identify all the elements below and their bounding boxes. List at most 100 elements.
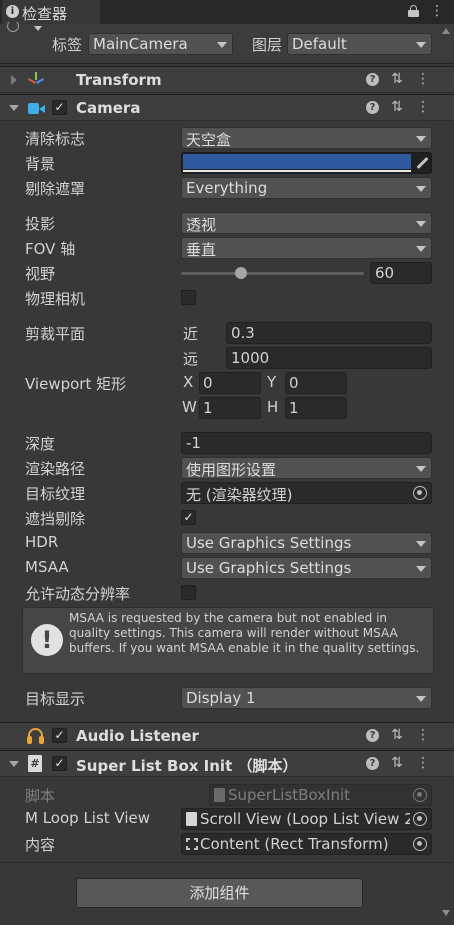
layer-dropdown[interactable]: Default [287, 33, 432, 55]
audio-listener-enabled-checkbox[interactable]: ✓ [52, 728, 67, 743]
fov-slider-thumb[interactable] [235, 267, 248, 279]
background-color-field[interactable] [181, 152, 432, 174]
kebab-icon[interactable]: ⋮ [416, 726, 430, 744]
help-icon[interactable]: ? [366, 73, 379, 86]
chevron-down-icon [416, 186, 426, 192]
color-swatch [183, 154, 411, 169]
add-component-button[interactable]: 添加组件 [76, 878, 363, 908]
clear-flags-value: 天空盒 [186, 131, 232, 149]
clear-flags-dropdown[interactable]: 天空盒 [181, 127, 432, 149]
target-texture-value: 无 (渲染器纹理) [186, 486, 293, 504]
transform-header[interactable]: Transform ? ⇅ ⋮ [0, 66, 454, 93]
help-icon[interactable]: ? [366, 757, 379, 770]
foldout-collapsed-icon[interactable] [11, 75, 17, 85]
viewport-w-value: 1 [203, 399, 213, 417]
msaa-dropdown[interactable]: Use Graphics Settings [181, 557, 432, 579]
rendering-path-dropdown[interactable]: 使用图形设置 [181, 457, 432, 479]
help-icon[interactable]: ? [366, 729, 379, 742]
foldout-expanded-icon[interactable] [9, 761, 19, 767]
background-label: 背景 [25, 155, 56, 173]
kebab-icon[interactable]: ⋮ [416, 98, 430, 116]
content-value: Content (Rect Transform) [200, 835, 389, 853]
chevron-down-icon [416, 246, 426, 252]
script-label: 脚本 [25, 787, 56, 805]
preset-icon[interactable]: ⇅ [389, 70, 405, 88]
preset-icon[interactable]: ⇅ [389, 98, 405, 116]
dynamic-resolution-checkbox[interactable] [181, 585, 196, 600]
gameobject-icon[interactable] [4, 20, 42, 34]
eyedropper-icon[interactable] [415, 156, 429, 170]
hdr-dropdown[interactable]: Use Graphics Settings [181, 532, 432, 554]
culling-mask-dropdown[interactable]: Everything [181, 177, 432, 199]
occlusion-culling-checkbox[interactable]: ✓ [181, 510, 196, 525]
scroll-up-arrow[interactable] [442, 28, 450, 34]
loop-list-view-field[interactable]: Scroll View (Loop List View 2 [181, 808, 432, 830]
fov-axis-dropdown[interactable]: 垂直 [181, 237, 432, 259]
chevron-down-icon [416, 42, 426, 48]
kebab-icon[interactable]: ⋮ [416, 70, 430, 88]
fov-slider-track[interactable] [181, 272, 364, 275]
chevron-down-icon [416, 221, 426, 227]
color-alpha-bar [183, 170, 411, 172]
hdr-value: Use Graphics Settings [186, 534, 352, 552]
viewport-y-input[interactable]: 0 [285, 372, 347, 394]
preset-icon[interactable]: ⇅ [389, 726, 405, 744]
physical-camera-label: 物理相机 [25, 290, 86, 308]
content-field[interactable]: Content (Rect Transform) [181, 833, 432, 855]
viewport-h-value: 1 [289, 399, 299, 417]
preset-icon[interactable]: ⇅ [389, 754, 405, 772]
viewport-w-input[interactable]: 1 [199, 397, 261, 419]
dynamic-resolution-label: 允许动态分辨率 [25, 585, 131, 603]
kebab-icon[interactable]: ⋮ [430, 2, 444, 20]
projection-dropdown[interactable]: 透视 [181, 212, 432, 234]
viewport-label: Viewport 矩形 [25, 375, 127, 393]
headphones-icon [27, 728, 44, 744]
help-icon[interactable]: ? [366, 101, 379, 114]
camera-header[interactable]: ✓ Camera ? ⇅ ⋮ [0, 94, 454, 121]
physical-camera-checkbox[interactable] [181, 290, 196, 305]
near-input[interactable]: 0.3 [226, 322, 432, 344]
object-picker-icon[interactable] [413, 812, 427, 826]
chevron-down-icon [416, 696, 426, 702]
component-title: Camera [76, 99, 141, 117]
script-file-icon [214, 788, 225, 802]
chevron-down-icon [416, 566, 426, 572]
fov-axis-value: 垂直 [186, 241, 217, 259]
chevron-down-icon [416, 541, 426, 547]
component-title: Audio Listener [76, 727, 199, 745]
object-picker-icon[interactable] [413, 837, 427, 851]
rendering-path-value: 使用图形设置 [186, 461, 277, 479]
tag-dropdown[interactable]: MainCamera [88, 33, 233, 55]
projection-value: 透视 [186, 216, 217, 234]
scroll-down-arrow[interactable] [442, 910, 450, 916]
audio-listener-header[interactable]: ✓ Audio Listener ? ⇅ ⋮ [0, 722, 454, 749]
foldout-expanded-icon[interactable] [9, 105, 19, 111]
loop-list-view-label: M Loop List View [25, 809, 151, 827]
far-input[interactable]: 1000 [226, 347, 432, 369]
occlusion-culling-label: 遮挡剔除 [25, 510, 86, 528]
depth-input[interactable]: -1 [181, 432, 432, 454]
layer-label: 图层 [252, 36, 283, 54]
warning-icon: ! [31, 624, 63, 656]
camera-icon [28, 103, 46, 114]
fov-input[interactable]: 60 [370, 262, 432, 284]
far-value: 1000 [231, 349, 270, 367]
culling-mask-label: 剔除遮罩 [25, 180, 86, 198]
viewport-h-input[interactable]: 1 [285, 397, 347, 419]
kebab-icon[interactable]: ⋮ [416, 754, 430, 772]
component-title: Super List Box Init （脚本） [76, 757, 298, 775]
super-list-header[interactable]: # ✓ Super List Box Init （脚本） ? ⇅ ⋮ [0, 750, 454, 777]
target-display-dropdown[interactable]: Display 1 [181, 687, 432, 709]
lock-icon[interactable] [408, 5, 419, 17]
viewport-x-label: X [183, 373, 194, 391]
object-picker-icon[interactable] [413, 486, 427, 500]
viewport-x-input[interactable]: 0 [199, 372, 261, 394]
script-field: SuperListBoxInit [209, 784, 432, 806]
component-title: Transform [76, 71, 162, 89]
fov-value: 60 [375, 264, 395, 282]
super-list-enabled-checkbox[interactable]: ✓ [52, 756, 67, 771]
script-icon: # [28, 755, 42, 772]
camera-enabled-checkbox[interactable]: ✓ [52, 100, 67, 115]
target-texture-field[interactable]: 无 (渲染器纹理) [181, 482, 432, 504]
viewport-y-value: 0 [289, 374, 299, 392]
